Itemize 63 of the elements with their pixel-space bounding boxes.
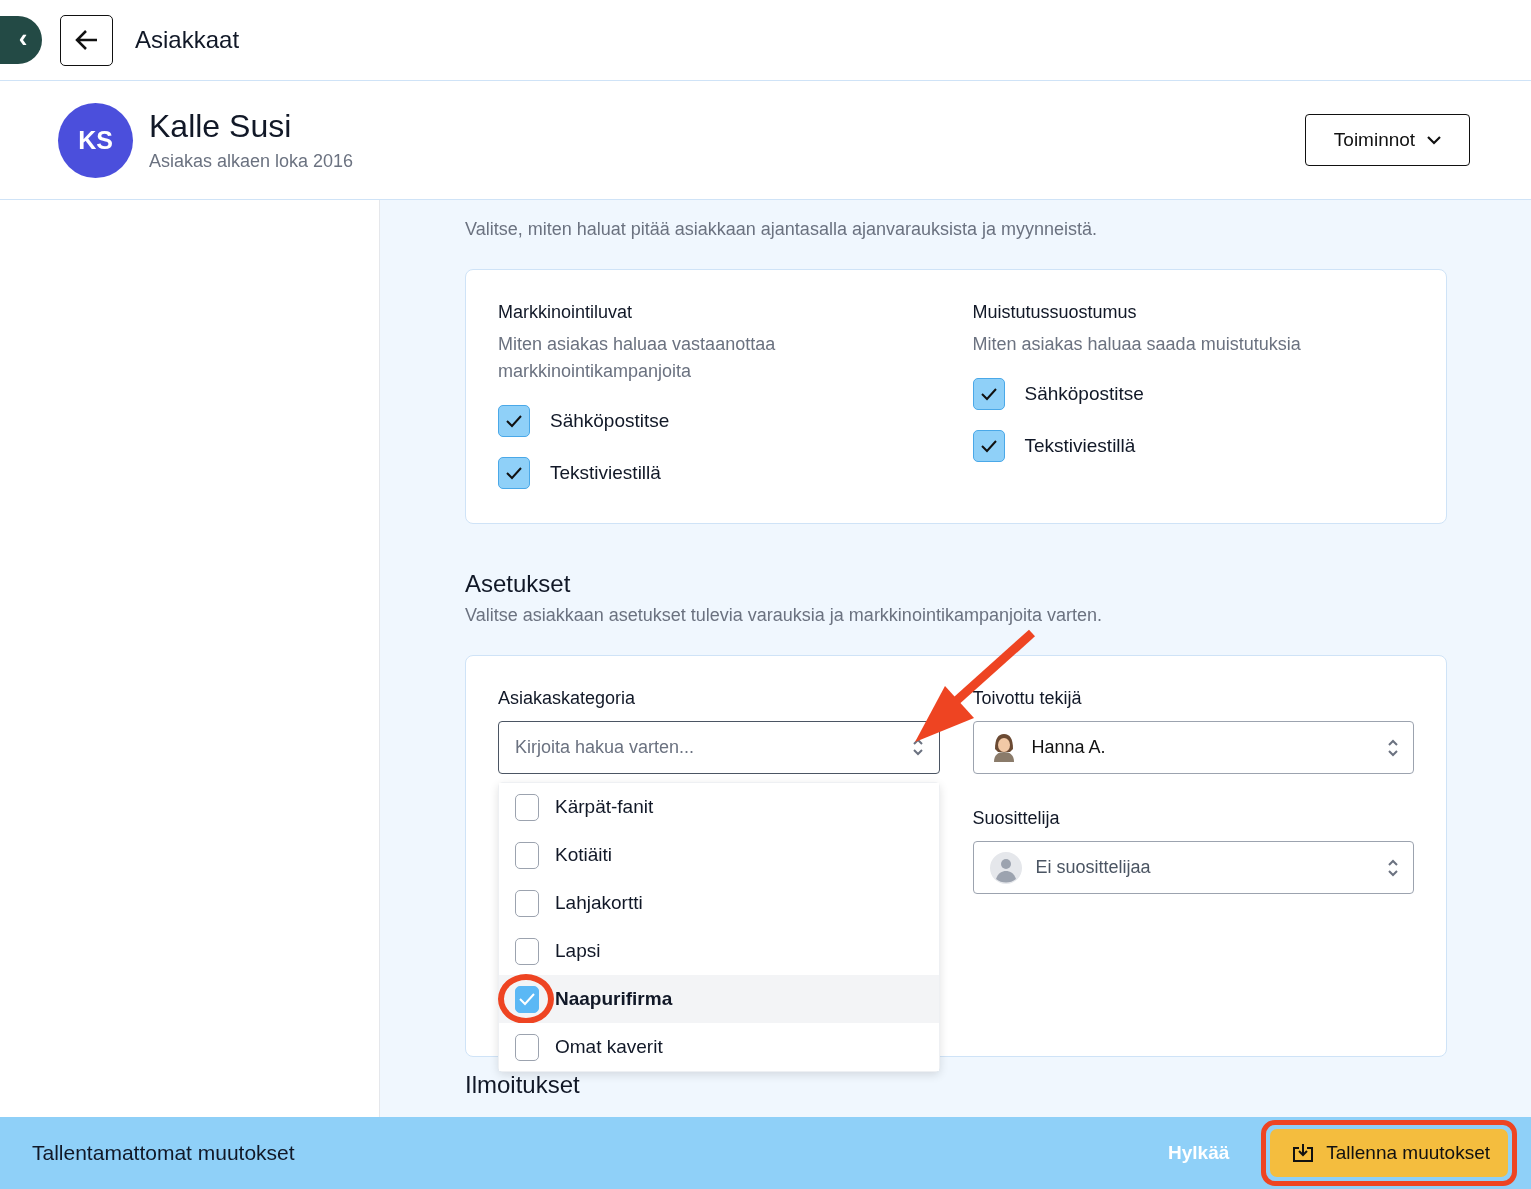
page-title: Asiakkaat (135, 26, 240, 54)
checkbox[interactable] (515, 793, 539, 821)
person-icon (989, 851, 1022, 884)
option-label: Naapurifirma (555, 988, 673, 1010)
consent-description: Miten asiakas haluaa vastaanottaa markkinointikampanjoita (498, 333, 777, 383)
dropdown-option[interactable]: Naapurifirma (499, 975, 939, 1023)
checkbox-label: Sähköpostitse (550, 410, 670, 432)
back-button[interactable] (60, 14, 113, 66)
checkbox-label: Tekstiviestillä (550, 462, 661, 484)
chevron-down-icon (1427, 135, 1442, 145)
customer-since: Asiakas alkaen loka 2016 (149, 151, 355, 172)
field-label: Suosittelija (972, 808, 1061, 829)
select-value: Hanna A. (1031, 737, 1107, 758)
consent-description: Miten asiakas haluaa saada muistutuksia (972, 333, 1302, 356)
download-tray-icon (1292, 1143, 1315, 1163)
dropdown-option[interactable]: Lahjakortti (499, 879, 939, 927)
collapse-button[interactable]: ‹ (0, 16, 42, 64)
check-icon (979, 439, 998, 453)
checkbox[interactable] (498, 405, 530, 437)
back-arrow-icon (74, 29, 99, 51)
dropdown-option[interactable]: Lapsi (499, 927, 939, 975)
option-label: Kotiäiti (555, 844, 613, 866)
dropdown-option[interactable]: Kotiäiti (499, 831, 939, 879)
section-description: Valitse asiakkaan asetukset tulevia varauksia ja markkinointikampanjoita varten. (465, 604, 1103, 627)
section-title: Ilmoitukset (465, 1071, 581, 1099)
option-label: Omat kaverit (555, 1036, 663, 1058)
unsaved-message: Tallentamattomat muutokset (32, 1141, 296, 1165)
check-icon (979, 387, 998, 401)
chevron-updown-icon (911, 737, 924, 757)
checkbox[interactable] (972, 430, 1005, 462)
checkbox[interactable] (515, 841, 539, 869)
dropdown-option[interactable]: Omat kaverit (499, 1023, 939, 1071)
chevron-updown-icon (1387, 857, 1399, 878)
customer-name: Kalle Susi (149, 108, 293, 145)
dropdown-option[interactable]: Kärpät-fanit (499, 783, 939, 831)
check-icon (505, 414, 523, 428)
select-value: Ei suosittelijaa (1035, 857, 1152, 878)
section-description: Valitse, miten haluat pitää asiakkaan ajantasalla ajanvarauksista ja myynneistä. (465, 218, 1099, 241)
avatar: KS (58, 102, 133, 178)
check-icon (518, 992, 536, 1006)
checkbox[interactable] (498, 457, 530, 489)
consent-title: Markkinointiluvat (498, 302, 634, 323)
checkbox-label: Sähköpostitse (1024, 383, 1144, 405)
save-button[interactable]: Tallenna muutokset (1270, 1129, 1508, 1177)
field-label: Asiakaskategoria (498, 688, 637, 709)
field-label: Toivottu tekijä (972, 688, 1083, 709)
section-title: Asetukset (465, 570, 572, 598)
option-label: Lahjakortti (555, 892, 643, 914)
referrer-select[interactable]: Ei suosittelijaa (972, 841, 1414, 894)
staff-select[interactable]: Hanna A. (972, 721, 1414, 774)
consent-title: Muistutussuostumus (972, 302, 1138, 323)
checkbox[interactable] (515, 985, 539, 1013)
category-search-field[interactable]: Kirjoita hakua varten... (498, 721, 940, 774)
option-label: Kärpät-fanit (555, 796, 654, 818)
checkbox[interactable] (515, 1033, 539, 1061)
checkbox[interactable] (972, 378, 1005, 410)
checkbox[interactable] (515, 889, 539, 917)
option-label: Lapsi (555, 940, 601, 962)
chevron-updown-icon (1387, 737, 1399, 758)
checkbox-label: Tekstiviestillä (1024, 435, 1136, 457)
check-icon (505, 466, 523, 480)
actions-button[interactable]: Toiminnot (1305, 114, 1470, 166)
checkbox[interactable] (515, 937, 539, 965)
